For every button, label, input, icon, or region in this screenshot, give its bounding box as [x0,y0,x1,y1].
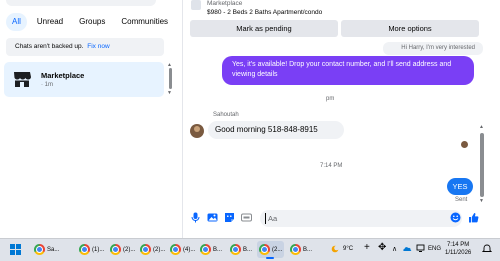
chrome-icon [140,244,151,255]
taskbar-chrome-window[interactable]: Sa... [32,241,61,258]
conversation-time: · 1m [41,82,53,88]
taskbar-item-label: (1)... [92,246,105,253]
taskbar-chrome-window[interactable]: (2)... [138,241,167,258]
message-input[interactable]: Aa [260,210,462,227]
clock-date: 1/11/2026 [445,250,472,256]
weather-icon[interactable] [330,244,340,254]
taskbar-item-label: (2)... [153,246,166,253]
like-icon[interactable] [468,212,479,223]
outgoing-message[interactable]: Yes, it's available! Drop your contact n… [222,56,474,85]
chrome-icon [290,244,301,255]
taskbar-chrome-window[interactable]: B... [228,241,254,258]
chat-list-panel: All Unread Groups Communities Chats aren… [0,0,172,238]
filter-chips: All Unread Groups Communities [6,13,174,31]
gif-icon[interactable] [241,212,252,223]
chrome-icon [110,244,121,255]
chevron-up-icon[interactable]: ∧ [392,245,397,253]
time-divider: pm [326,96,335,102]
panel-divider [182,0,183,238]
active-window-indicator [266,257,274,259]
listing-source: Marketplace [207,0,243,7]
backup-notice-text: Chats aren't backed up. [15,43,84,50]
windows-start-icon[interactable] [10,244,21,255]
language-indicator[interactable]: ENG [428,246,441,252]
backup-notice: Chats aren't backed up. Fix now [6,38,164,56]
filter-communities[interactable]: Communities [115,13,174,31]
sender-name: Sahoutah [213,112,239,118]
message-status: Sent [455,197,468,203]
taskbar-item-label: (2... [272,246,283,253]
onedrive-icon[interactable] [403,244,412,253]
chrome-icon [230,244,241,255]
taskbar-chrome-window[interactable]: (1)... [77,241,106,258]
notifications-icon[interactable] [482,244,492,254]
chrome-icon [200,244,211,255]
scroll-down-arrow[interactable]: ▼ [167,90,172,96]
quoted-message: Hi Harry, I'm very interested [383,42,483,55]
incoming-message[interactable]: Good morning 518-848-8915 [208,121,344,139]
taskbar-chrome-window-active[interactable]: (2... [257,241,285,258]
filter-groups[interactable]: Groups [73,13,111,31]
chat-list-scrollbar[interactable] [169,68,172,89]
seen-indicator-avatar [461,141,468,148]
conversation-name: Marketplace [41,71,85,80]
system-clock[interactable]: 7:14 PM 1/11/2026 [445,241,471,257]
more-options-button[interactable]: More options [341,20,479,37]
microphone-icon[interactable] [190,212,201,223]
taskbar-item-label: B... [303,246,313,253]
marketplace-listing-icon [191,0,201,10]
taskbar-item-label: B... [213,246,223,253]
scroll-up-arrow[interactable]: ▲ [479,124,484,130]
chrome-icon [259,244,270,255]
listing-title[interactable]: $980 - 2 Beds 2 Baths Apartment/condo [207,9,322,16]
weather-temperature[interactable]: 9°C [343,246,353,252]
sticker-icon[interactable] [224,212,235,223]
sender-avatar[interactable] [190,124,204,138]
taskbar-item-label: (2)... [123,246,136,253]
filter-all[interactable]: All [6,13,27,31]
mark-as-pending-button[interactable]: Mark as pending [190,20,338,37]
scroll-down-arrow[interactable]: ▼ [479,198,484,204]
app-window: All Unread Groups Communities Chats aren… [0,0,500,261]
outgoing-message[interactable]: YES [447,178,473,195]
photo-icon[interactable] [207,212,218,223]
storefront-icon [14,72,31,87]
emoji-icon[interactable] [450,212,461,223]
time-divider: 7:14 PM [320,163,343,169]
chrome-icon [34,244,45,255]
messages-scrollbar[interactable] [480,133,484,197]
conversation-item-marketplace[interactable]: Marketplace · 1m [4,62,164,97]
filter-unread[interactable]: Unread [31,13,69,31]
taskbar-chrome-window[interactable]: B... [198,241,224,258]
fix-now-link[interactable]: Fix now [87,43,109,50]
taskbar-item-label: B... [243,246,253,253]
taskbar-item-label: Sa... [47,246,60,253]
network-icon[interactable] [416,244,425,253]
taskbar-chrome-window[interactable]: (4)... [168,241,197,258]
clock-time: 7:14 PM [446,242,470,248]
taskbar-chrome-window[interactable]: B... [288,241,314,258]
search-bar-edge[interactable] [6,0,156,6]
plus-icon[interactable]: + [364,243,370,253]
text-cursor [265,213,266,224]
chrome-icon [79,244,90,255]
chrome-icon [170,244,181,255]
taskbar-item-label: (4)... [183,246,196,253]
move-arrows-icon[interactable]: ✥ [378,243,386,253]
taskbar-chrome-window[interactable]: (2)... [108,241,137,258]
